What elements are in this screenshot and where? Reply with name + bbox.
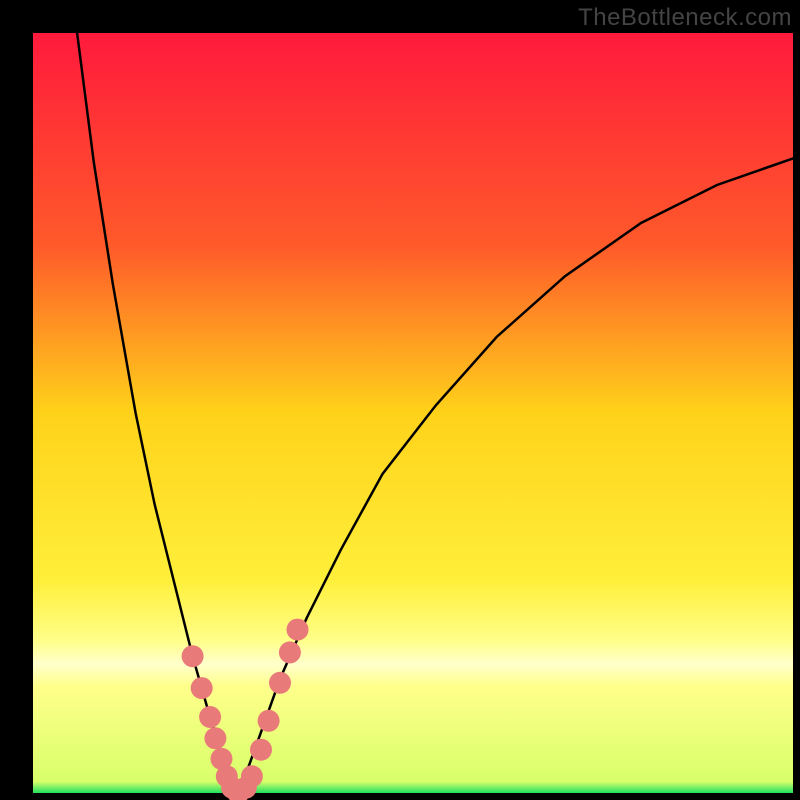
marker-dot [250,739,272,761]
marker-dot [204,727,226,749]
marker-dot [241,765,263,787]
marker-dot [269,672,291,694]
watermark-text: TheBottleneck.com [578,4,792,32]
marker-dot [191,677,213,699]
plot-background [33,33,793,793]
marker-dot [199,706,221,728]
marker-dot [258,710,280,732]
chart-frame: TheBottleneck.com [0,0,800,800]
marker-dot [287,619,309,641]
bottleneck-chart [0,0,800,800]
marker-dot [182,645,204,667]
marker-dot [279,641,301,663]
